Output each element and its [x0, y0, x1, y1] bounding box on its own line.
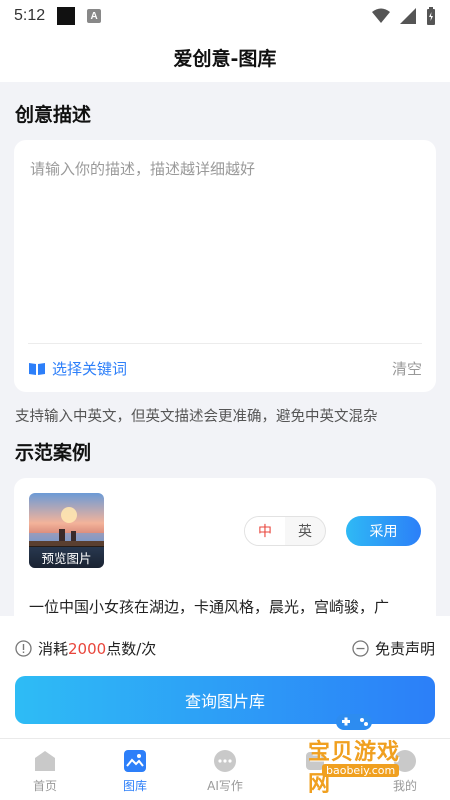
app-notification-icon: A: [87, 9, 102, 23]
status-bar: 5:12 A: [0, 0, 450, 32]
select-keyword-label: 选择关键词: [52, 360, 128, 378]
example-description: 一位中国小女孩在湖边，卡通风格，晨光，宫崎骏，广: [29, 598, 390, 616]
input-hint: 支持输入中英文，但英文描述会更准确，避免中英文混杂: [15, 409, 378, 425]
tab-home[interactable]: 首页: [0, 739, 90, 800]
home-icon: [35, 751, 55, 771]
examples-section-title: 示范案例: [15, 442, 92, 464]
example-thumbnail[interactable]: 预览图片: [29, 493, 104, 568]
tab-label: AI写作: [207, 779, 243, 793]
chat-icon: [214, 750, 236, 772]
example-card: 预览图片 中 英 采用 一位中国小女孩在湖边，卡通风格，晨光，宫崎骏，广: [14, 478, 436, 618]
battery-icon: [427, 7, 435, 25]
book-icon: [29, 362, 45, 375]
disclaimer-label: 免责声明: [374, 640, 435, 658]
tab-gallery[interactable]: 图库: [90, 739, 180, 800]
preview-image-label: 预览图片: [29, 546, 104, 568]
status-time: 5:12: [14, 7, 46, 24]
minus-circle-icon: [352, 640, 369, 657]
page-title: 爱创意-图库: [173, 47, 277, 70]
select-keyword-button[interactable]: 选择关键词: [28, 358, 127, 379]
divider: [28, 343, 422, 344]
gamepad-icon: [336, 714, 372, 730]
language-toggle[interactable]: 中 英: [244, 516, 326, 546]
lang-zh-option[interactable]: 中: [245, 517, 285, 545]
gallery-icon: [124, 750, 146, 772]
tab-label: 图库: [122, 779, 147, 793]
nav-bar: 爱创意-图库: [0, 32, 450, 82]
notification-icon: [57, 7, 76, 25]
cost-info: 消耗 2000 点数/次: [15, 638, 156, 659]
watermark-logo: 宝贝游戏网 baobeiy.com: [300, 708, 420, 797]
tab-ai-writing[interactable]: AI写作: [180, 739, 270, 800]
watermark-url: baobeiy.com: [322, 764, 400, 777]
description-input-card: 请输入你的描述，描述越详细越好 选择关键词 清空: [14, 140, 436, 392]
info-icon: [15, 640, 32, 657]
wifi-icon: [372, 8, 390, 23]
disclaimer-button[interactable]: 免责声明: [352, 638, 435, 659]
signal-icon: [400, 8, 416, 24]
lang-en-option[interactable]: 英: [285, 517, 325, 545]
description-section-title: 创意描述: [15, 104, 92, 126]
tab-label: 首页: [32, 779, 57, 793]
cost-suffix: 点数/次: [106, 640, 157, 658]
cost-prefix: 消耗: [38, 640, 69, 658]
cost-amount: 2000: [68, 639, 107, 658]
adopt-button[interactable]: 采用: [346, 516, 421, 546]
clear-button[interactable]: 清空: [392, 358, 422, 379]
description-input[interactable]: 请输入你的描述，描述越详细越好: [30, 158, 255, 179]
